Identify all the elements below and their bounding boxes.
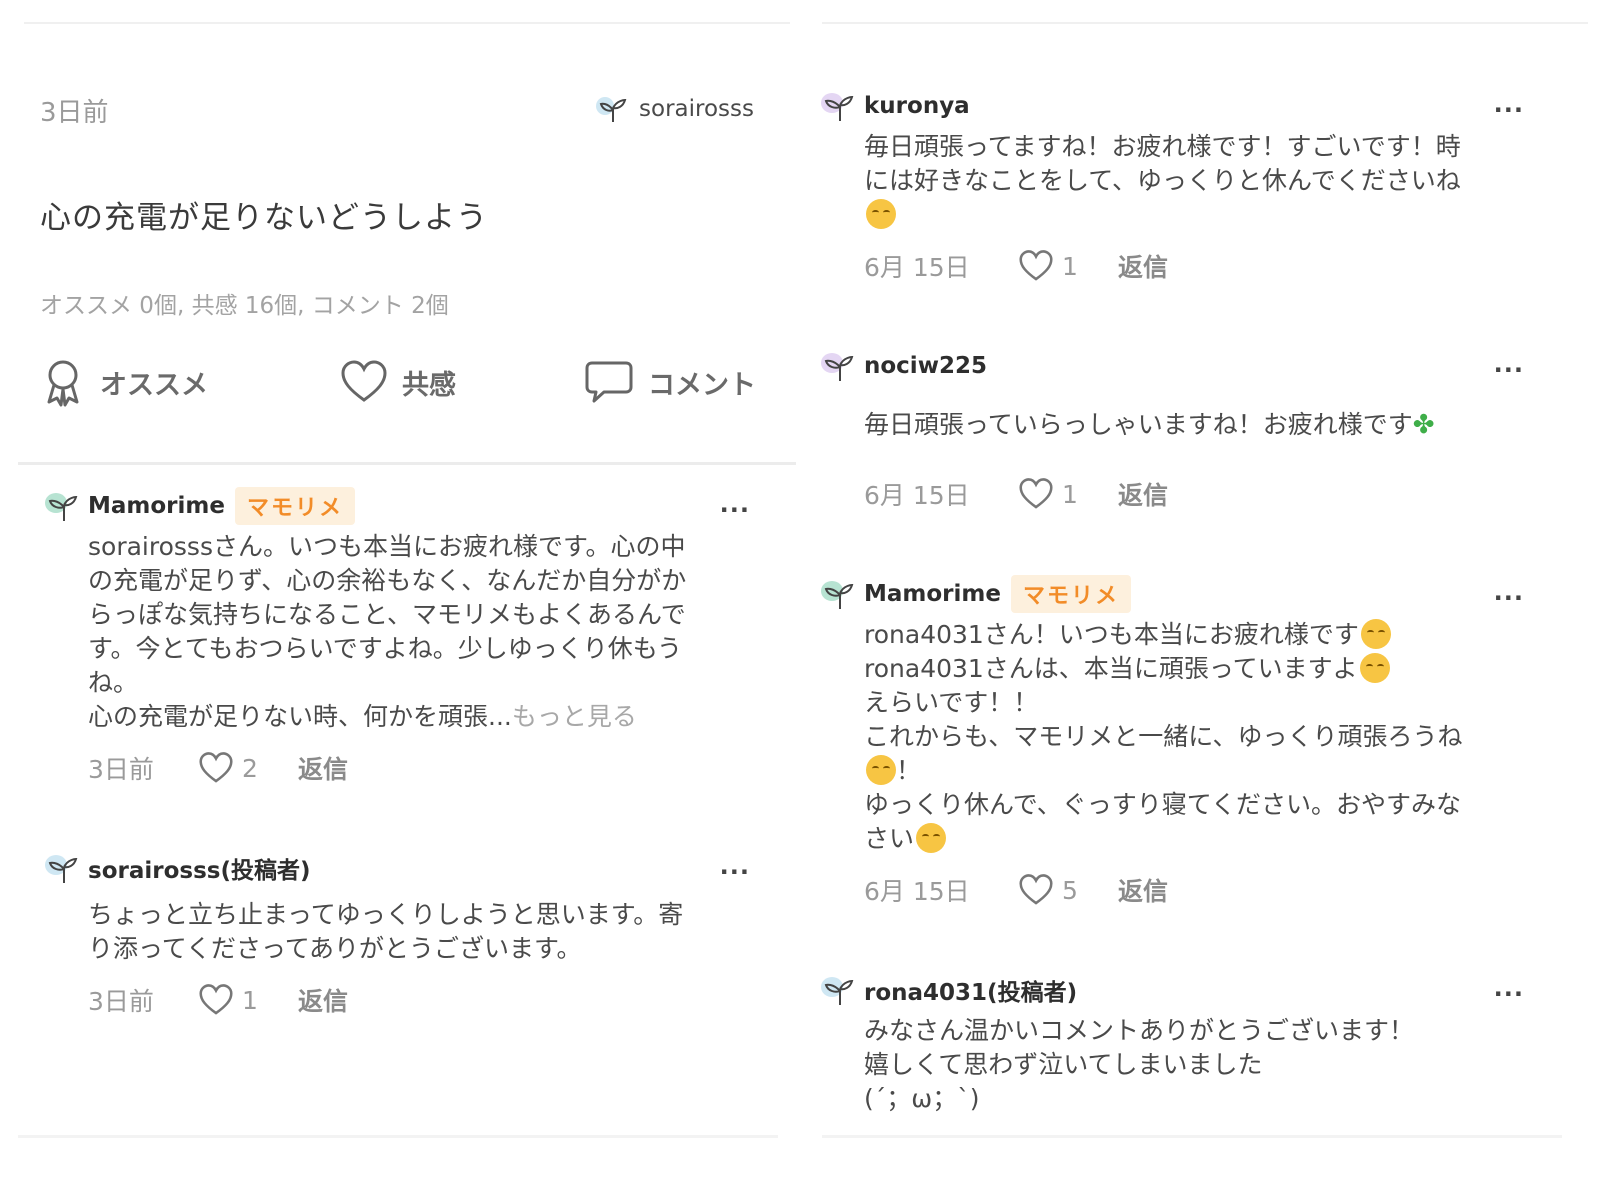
bottom-divider <box>822 1135 1562 1138</box>
heart-icon <box>1019 478 1053 509</box>
comment-date: 3日前 <box>88 987 154 1016</box>
four-leaf-clover-icon: ✤ <box>1412 410 1435 440</box>
comment-line: rona4031さん！いつも本当にお疲れ様です <box>864 618 1524 652</box>
reply-button[interactable]: 返信 <box>298 750 348 786</box>
heart-icon <box>1019 250 1053 281</box>
avatar-sprout-icon <box>821 353 854 381</box>
comment-author[interactable]: sorairosss(投稿者) <box>88 851 310 885</box>
more-options-button[interactable]: ... <box>720 490 750 518</box>
recommend-button[interactable]: オススメ <box>40 352 208 412</box>
show-more-link[interactable]: もっと見る <box>512 702 637 731</box>
like-button[interactable]: 5 <box>1018 874 1118 906</box>
like-button[interactable]: 1 <box>198 984 298 1016</box>
comment-item: nociw225 ... 毎日頑張っていらっしゃいますね！お疲れ様です✤ 6月 … <box>818 346 1524 516</box>
post-stats: オススメ 0個, 共感 16個, コメント 2個 <box>40 293 449 319</box>
post-author[interactable]: sorairosss <box>595 94 754 124</box>
smiling-face-icon <box>916 823 947 853</box>
comment-author[interactable]: kuronya <box>864 93 970 119</box>
avatar-sprout-icon <box>45 855 78 883</box>
comment-date: 6月 15日 <box>864 253 970 282</box>
comment-item: kuronya ... 毎日頑張ってますね！お疲れ様です！すごいです！時 には好… <box>818 86 1524 288</box>
avatar-sprout-icon <box>821 93 854 121</box>
comment-date: 6月 15日 <box>864 481 970 510</box>
official-badge: マモリメ <box>234 487 355 525</box>
comment-text: 毎日頑張ってますね！お疲れ様です！すごいです！時 には好きなことをして、ゆっくり… <box>864 132 1461 195</box>
reply-button[interactable]: 返信 <box>1118 872 1168 908</box>
like-count: 1 <box>1062 251 1078 281</box>
official-badge: マモリメ <box>1010 575 1131 613</box>
like-count: 5 <box>1062 875 1078 905</box>
bottom-divider <box>18 1135 778 1138</box>
comment-body: rona4031さん！いつも本当にお疲れ様です rona4031さんは、本当に頑… <box>864 618 1524 856</box>
empathy-button[interactable]: 共感 <box>340 352 456 412</box>
comment-line: ゆっくり休んで、ぐっすり寝てください。おやすみな <box>864 790 1462 819</box>
award-ribbon-icon <box>47 360 79 407</box>
more-options-button[interactable]: ... <box>1494 90 1524 118</box>
speech-bubble-icon <box>585 361 633 403</box>
sprout-icon <box>596 97 627 122</box>
comment-item: rona4031(投稿者) ... みなさん温かいコメントありがとうございます！… <box>818 970 1524 1116</box>
post-panel: 3日前 sorairosss 心の充電が足りないどうしよう オススメ 0個, 共… <box>0 0 800 1200</box>
post-divider <box>18 462 796 465</box>
like-button[interactable]: 1 <box>1018 478 1118 510</box>
comment-item: Mamorime マモリメ ... sorairosssさん。いつも本当にお疲れ… <box>42 486 750 790</box>
like-count: 1 <box>1062 479 1078 509</box>
comment-author[interactable]: Mamorime <box>864 581 1001 607</box>
comment-author[interactable]: nociw225 <box>864 353 987 379</box>
comment-line: これからも、マモリメと一緒に、ゆっくり頑張ろうね <box>864 722 1463 751</box>
like-count: 1 <box>242 985 258 1015</box>
comment-line: えらいです！！ <box>864 688 1039 717</box>
comment-author[interactable]: rona4031(投稿者) <box>864 973 1077 1007</box>
reply-button[interactable]: 返信 <box>298 982 348 1018</box>
heart-icon <box>199 984 233 1015</box>
more-options-button[interactable]: ... <box>1494 974 1524 1002</box>
comment-line: rona4031さんは、本当に頑張っていますよ <box>864 652 1524 686</box>
avatar-sprout-icon <box>45 493 78 521</box>
avatar-sprout-icon <box>821 977 854 1005</box>
like-button[interactable]: 2 <box>198 752 298 784</box>
reply-button[interactable]: 返信 <box>1118 476 1168 512</box>
heart-icon <box>1019 874 1053 905</box>
like-count: 2 <box>242 753 258 783</box>
comment-body: sorairosssさん。いつも本当にお疲れ様です。心の中 の充電が足りず、心の… <box>88 530 750 734</box>
comment-body: ちょっと立ち止まってゆっくりしようと思います。寄 り添ってくださってありがとうご… <box>88 900 684 963</box>
smiling-face-icon <box>866 199 896 229</box>
comment-body: みなさん温かいコメントありがとうございます！ 嬉しくて思わず泣いてしまいました … <box>864 1016 1415 1113</box>
comment-button[interactable]: コメント <box>584 352 756 412</box>
comment-line: ！ <box>864 754 1524 788</box>
empathy-label: 共感 <box>402 369 456 401</box>
avatar-sprout-icon <box>821 581 854 609</box>
comment-label: コメント <box>648 369 756 401</box>
post-title: 心の充電が足りないどうしよう <box>40 200 488 236</box>
comment-line: さい <box>864 822 1524 856</box>
comment-body: 毎日頑張ってますね！お疲れ様です！すごいです！時 には好きなことをして、ゆっくり… <box>864 130 1524 232</box>
smiling-face-icon <box>866 755 896 785</box>
heart-icon <box>341 360 387 402</box>
comment-item: sorairosss(投稿者) ... ちょっと立ち止まってゆっくりしようと思い… <box>42 848 750 1022</box>
more-options-button[interactable]: ... <box>720 852 750 880</box>
more-options-button[interactable]: ... <box>1494 578 1524 606</box>
comment-date: 3日前 <box>88 755 154 784</box>
like-button[interactable]: 1 <box>1018 250 1118 282</box>
more-options-button[interactable]: ... <box>1494 350 1524 378</box>
comment-author[interactable]: Mamorime <box>88 493 225 519</box>
heart-icon <box>199 752 233 783</box>
comments-panel: kuronya ... 毎日頑張ってますね！お疲れ様です！すごいです！時 には好… <box>821 0 1600 1200</box>
post-time: 3日前 <box>40 98 109 128</box>
top-divider <box>822 22 1588 24</box>
comment-item: Mamorime マモリメ ... rona4031さん！いつも本当にお疲れ様で… <box>818 574 1524 912</box>
post-action-bar: オススメ 共感 コメント <box>40 352 770 412</box>
comment-body: 毎日頑張っていらっしゃいますね！お疲れ様です✤ <box>864 408 1524 442</box>
post-author-name: sorairosss <box>639 96 754 122</box>
smiling-face-icon <box>1360 619 1391 649</box>
smiling-face-icon <box>1359 653 1390 683</box>
reply-button[interactable]: 返信 <box>1118 248 1168 284</box>
comment-text: 毎日頑張っていらっしゃいますね！お疲れ様です <box>864 410 1413 439</box>
recommend-label: オススメ <box>100 369 208 401</box>
comment-date: 6月 15日 <box>864 877 970 906</box>
top-divider <box>24 22 790 24</box>
